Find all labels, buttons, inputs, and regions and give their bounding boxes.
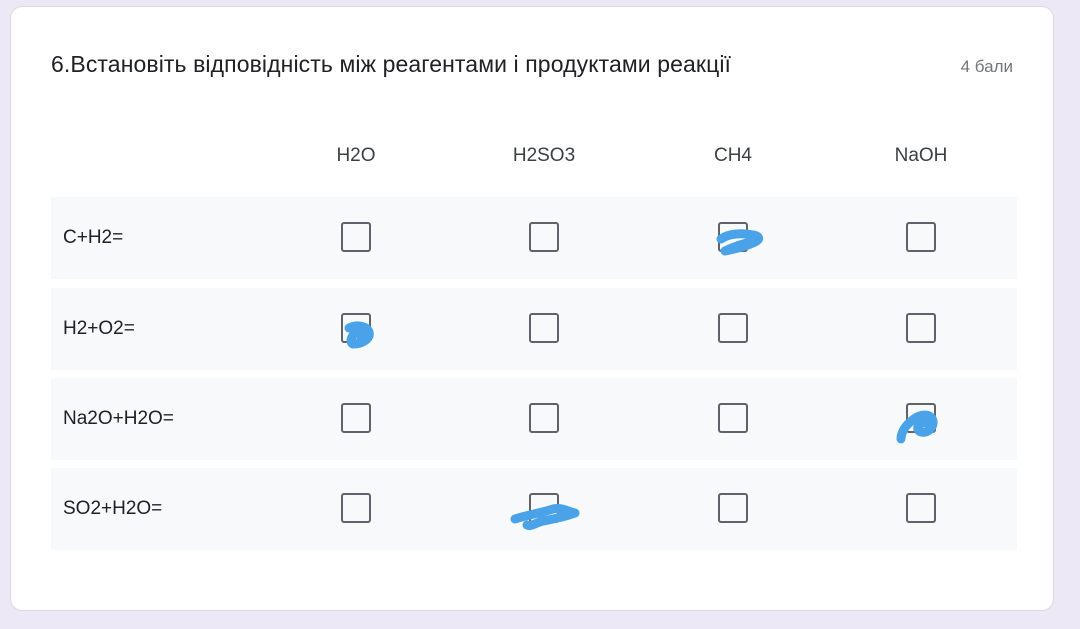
checkbox-icon[interactable] bbox=[529, 313, 559, 343]
row-label: C+H2= bbox=[63, 227, 124, 248]
grid-row: C+H2= bbox=[51, 197, 1017, 279]
row-label: SO2+H2O= bbox=[63, 498, 163, 519]
column-header-ch4: CH4 bbox=[713, 145, 752, 166]
checkbox-icon[interactable] bbox=[718, 403, 748, 433]
checkbox-icon[interactable] bbox=[718, 313, 748, 343]
checkbox-icon[interactable] bbox=[718, 493, 748, 523]
checkbox-icon[interactable] bbox=[718, 222, 748, 252]
checkbox-icon[interactable] bbox=[341, 313, 371, 343]
checkbox-icon[interactable] bbox=[341, 222, 371, 252]
column-header-h2so3: H2SO3 bbox=[512, 145, 576, 166]
checkbox-icon[interactable] bbox=[906, 222, 936, 252]
row-label: H2+O2= bbox=[63, 318, 135, 339]
checkbox-icon[interactable] bbox=[529, 403, 559, 433]
question-points: 4 бали bbox=[960, 57, 1013, 76]
checkbox-icon[interactable] bbox=[906, 493, 936, 523]
checkbox-icon[interactable] bbox=[529, 493, 559, 523]
question-card: 6.Встановіть відповідність між реагентам… bbox=[10, 6, 1054, 611]
column-header-h2o: H2O bbox=[336, 145, 376, 166]
grid-row: Na2O+H2O= bbox=[51, 378, 1017, 460]
question-title: 6.Встановіть відповідність між реагентам… bbox=[51, 51, 732, 77]
checkbox-icon[interactable] bbox=[341, 403, 371, 433]
column-header-naoh: NaOH bbox=[894, 145, 948, 166]
checkbox-icon[interactable] bbox=[906, 403, 936, 433]
checkbox-icon[interactable] bbox=[906, 313, 936, 343]
checkbox-icon[interactable] bbox=[529, 222, 559, 252]
grid-row: SO2+H2O= bbox=[51, 468, 1017, 550]
grid-row: H2+O2= bbox=[51, 288, 1017, 370]
checkbox-icon[interactable] bbox=[341, 493, 371, 523]
row-label: Na2O+H2O= bbox=[63, 408, 174, 429]
